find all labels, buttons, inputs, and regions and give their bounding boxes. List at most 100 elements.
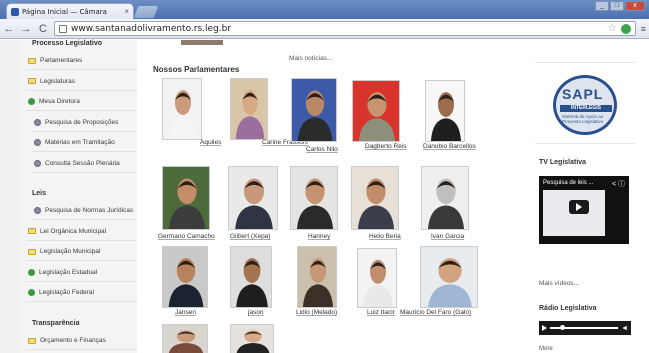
parlamentar-card[interactable]: Germano Camacho [158,166,215,240]
parlamentar-card[interactable] [230,324,274,353]
sidebar-item-mesa-diretora[interactable]: Mesa Diretora [26,93,137,111]
parlamentar-photo[interactable] [291,78,337,142]
progress-knob[interactable] [560,325,565,330]
parlamentar-photo[interactable] [230,246,272,308]
play-icon[interactable] [542,325,547,331]
tab-close-icon[interactable]: × [124,7,129,16]
parlamentar-card[interactable]: Mauricio Del Faro (Galo) [400,246,478,316]
parlamentar-name[interactable]: Danubio Barcellos [423,143,476,150]
parlamentar-name[interactable]: Mauricio Del Faro (Galo) [400,309,471,316]
minimize-button[interactable]: _ [595,1,609,11]
sidebar-item-label: Matérias em Tramitação [45,139,115,146]
extension-icon[interactable] [620,23,631,34]
sapl-title: SAPL [562,86,604,102]
section-title: Nossos Parlamentares [153,65,240,74]
parlamentar-photo[interactable] [162,78,202,140]
sidebar-item-lei-org-nica-municipal[interactable]: Lei Orgânica Municipal [26,223,137,241]
parlamentar-card[interactable]: Jansen [162,246,208,316]
maximize-button[interactable]: □ [610,1,624,11]
parlamentar-card[interactable]: Carlos Nilo [291,78,338,153]
url-text[interactable]: www.santanadolivramento.rs.leg.br [71,24,604,34]
parlamentar-photo[interactable] [290,166,338,230]
parlamentar-name[interactable]: Jansen [175,309,196,316]
sidebar-item-parlamentares[interactable]: Parlamentares [26,52,137,70]
parlamentar-name[interactable]: Ivan Garcia [431,233,464,240]
sidebar-item-legisla-o-federal[interactable]: Legislação Federal [26,284,137,302]
wrench-icon[interactable]: ≡ [641,24,646,34]
bookmark-star-icon[interactable]: ☆ [608,23,617,34]
parlamentar-photo[interactable] [297,246,337,308]
sidebar-item-pesquisa-de-proposi-es[interactable]: Pesquisa de Proposições [32,114,137,132]
tab-title: Página Inicial — Câmara [22,7,107,16]
parlamentar-photo[interactable] [162,166,210,230]
back-icon[interactable]: ← [3,23,15,35]
more-videos-link[interactable]: Mais vídeos... [539,280,579,287]
tv-heading: TV Legislativa [539,159,587,166]
folder-icon [28,57,36,64]
sidebar-item-pesquisa-de-normas-jur-dicas[interactable]: Pesquisa de Normas Jurídicas [32,202,137,220]
parlamentar-name[interactable]: Hanney [308,233,330,240]
left-strip [0,40,22,353]
browser-toolbar: ← → C www.santanadolivramento.rs.leg.br … [0,19,649,39]
parlamentar-card[interactable]: Lidio (Melado) [296,246,337,316]
parlamentar-photo[interactable] [230,78,268,140]
new-tab-button[interactable] [133,6,159,18]
parlamentar-photo[interactable] [162,324,208,353]
parlamentar-card[interactable]: Helio Beria [351,166,401,240]
parlamentar-name[interactable]: jason [248,309,264,316]
parlamentar-card[interactable]: Aquiles [162,78,221,146]
news-image [181,40,223,45]
progress-track[interactable] [550,325,619,330]
parlamentar-name[interactable]: Aquiles [200,139,221,146]
parlamentar-name[interactable]: Carlos Nilo [306,146,338,153]
sidebar-item-mat-rias-em-tramita-o[interactable]: Matérias em Tramitação [32,134,137,152]
forward-icon[interactable]: → [20,23,32,35]
parlamentar-card[interactable]: Gilbert (Xepa) [228,166,278,240]
browser-tab[interactable]: Página Inicial — Câmara × [6,3,134,19]
parlamentar-card[interactable]: Dagberto Reis [352,80,407,150]
parlamentar-name[interactable]: Lidio (Melado) [296,309,337,316]
more-news-link[interactable]: Mais notícias... [289,55,332,62]
parlamentar-photo[interactable] [352,80,400,142]
parlamentar-photo[interactable] [420,246,478,308]
share-info-icon[interactable]: < ⓘ [612,179,625,189]
parlamentar-card[interactable]: Carine Frassoni [230,78,308,146]
parlamentar-name[interactable]: Dagberto Reis [365,143,407,150]
address-bar[interactable]: www.santanadolivramento.rs.leg.br ☆ [54,21,636,36]
sapl-banner[interactable]: SAPL INTERLEGIS Sistema de Apoio ao Proc… [535,62,635,144]
sidebar-item-legislaturas[interactable]: Legislaturas [26,73,137,91]
sidebar-item-or-amento-e-finan-as[interactable]: Orçamento e Finanças [26,332,137,350]
parlamentar-photo[interactable] [351,166,399,230]
parlamentar-card[interactable]: Ivan Garcia [421,166,469,240]
heading-transparencia: Transparência [32,320,80,327]
tv-video-player[interactable]: Pesquisa de leis ... < ⓘ [539,176,629,244]
close-window-button[interactable]: x [625,1,645,11]
parlamentar-name[interactable]: Germano Camacho [158,233,215,240]
parlamentar-photo[interactable] [228,166,278,230]
volume-icon[interactable]: ◄ [621,325,628,332]
parlamentar-name[interactable]: Helio Beria [369,233,401,240]
parlamentar-photo[interactable] [425,80,465,142]
parlamentar-card[interactable]: Hanney [290,166,338,240]
parlamentar-photo[interactable] [357,248,397,308]
favicon-icon [11,7,19,16]
play-icon[interactable] [569,200,589,214]
parlamentar-name[interactable]: Gilbert (Xepa) [230,233,270,240]
parlamentar-photo[interactable] [162,246,208,308]
parlamentar-photo[interactable] [421,166,469,230]
parlamentar-card[interactable]: Luiz Itacir [357,248,397,316]
radio-player[interactable]: ◄ [539,321,631,335]
sidebar-item-legisla-o-municipal[interactable]: Legislação Municipal [26,243,137,261]
gear-icon [34,159,41,167]
parlamentar-card[interactable] [162,324,208,353]
parlamentar-photo[interactable] [230,324,274,353]
reload-icon[interactable]: C [37,23,49,35]
parlamentar-card[interactable]: Danubio Barcellos [423,80,476,150]
sidebar-item-legisla-o-estadual[interactable]: Legislação Estadual [26,264,137,282]
sidebar-item-consulta-sess-o-plen-ria[interactable]: Consulta Sessão Plenária [32,155,137,173]
more-radio-link[interactable]: More [539,346,553,352]
sidebar-item-label: Parlamentares [40,57,83,64]
plus-icon [28,268,35,276]
parlamentar-card[interactable]: jason [230,246,272,316]
parlamentar-name[interactable]: Luiz Itacir [367,309,395,316]
